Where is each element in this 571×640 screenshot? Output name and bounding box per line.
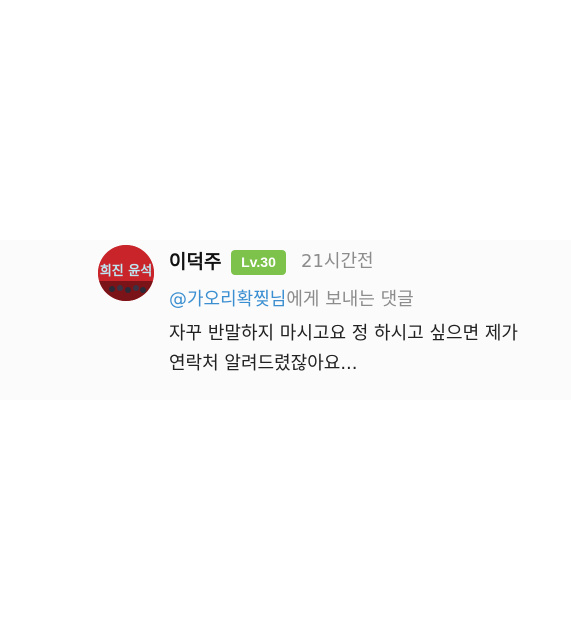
page: 희진 윤석 이덕주 Lv.30 21시간전 @가오리확찢님에게 보내는 댓글 자…	[0, 0, 571, 640]
avatar[interactable]: 희진 윤석	[98, 245, 154, 301]
author-name[interactable]: 이덕주	[169, 248, 221, 276]
reply-suffix: 에게 보내는 댓글	[286, 289, 414, 310]
comment-item: 희진 윤석 이덕주 Lv.30 21시간전 @가오리확찢님에게 보내는 댓글 자…	[0, 240, 571, 400]
mention-link[interactable]: @가오리확찢님	[169, 289, 286, 310]
reply-target-line: @가오리확찢님에게 보내는 댓글	[169, 286, 414, 314]
comment-time: 21시간전	[301, 251, 374, 272]
level-badge: Lv.30	[231, 250, 286, 275]
comment-body-line: 자꾸 반말하지 마시고요 정 하시고 싶으면 제가	[169, 323, 518, 344]
comment-body-line: 연락처 알려드렸잖아요...	[169, 353, 358, 374]
comment-body: 자꾸 반말하지 마시고요 정 하시고 싶으면 제가 연락처 알려드렸잖아요...	[169, 319, 549, 379]
avatar-text: 희진 윤석	[100, 263, 152, 279]
